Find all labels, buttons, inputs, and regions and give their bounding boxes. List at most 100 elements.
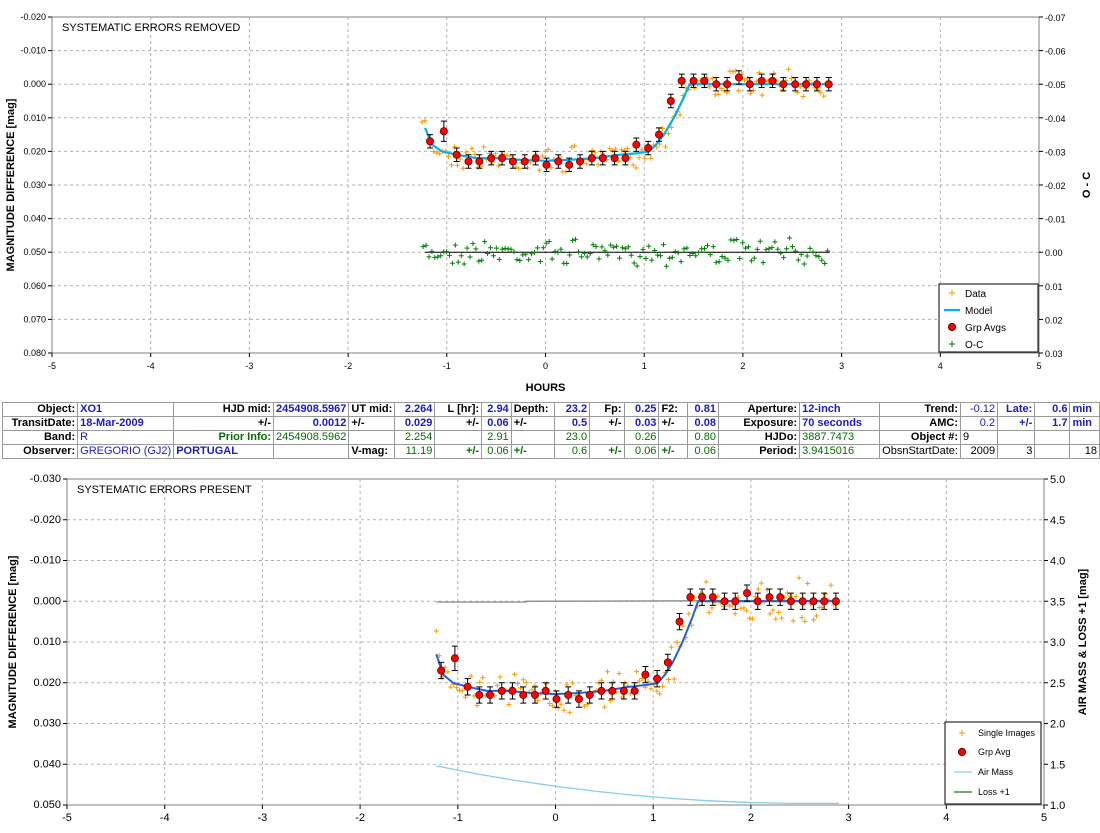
x-tick-label: -3	[245, 361, 253, 371]
grp-avg-point	[520, 157, 529, 166]
grp-avg-point	[598, 154, 607, 163]
x-tick-label: 1	[650, 812, 656, 824]
grp-avg-point	[812, 80, 821, 89]
table-row: Object: XO1 HJD mid: 2454908.5967 UT mid: 2.2…	[1, 402, 1100, 417]
table-cell	[348, 430, 396, 445]
grp-avg-point	[663, 658, 672, 667]
x-tick-label: 1	[642, 361, 647, 371]
y-tick-label: -0.020	[30, 514, 61, 526]
x-tick-label: 3	[839, 361, 844, 371]
grp-avg-point	[644, 144, 653, 153]
grp-avg-point	[765, 593, 774, 602]
grp-avg-point	[437, 666, 446, 675]
table-row: Observer: GREGORIO (GJ2) PORTUGAL V-mag: 11.…	[1, 444, 1100, 459]
y2-tick-label: 0.00	[1045, 248, 1063, 258]
y2-tick-label: -0.04	[1045, 114, 1066, 124]
table-cell: Trend:	[879, 402, 961, 417]
grp-avg-point	[677, 76, 686, 85]
grp-avg-point	[745, 80, 754, 89]
grp-avg-point	[791, 80, 800, 89]
table-cell	[1034, 444, 1071, 459]
x-tick-label: 4	[943, 812, 949, 824]
grp-avg-point	[519, 690, 528, 699]
grp-avg-point	[497, 686, 506, 695]
y2-tick-label: -0.05	[1045, 80, 1066, 90]
grp-avg-point	[585, 690, 594, 699]
legend-label: Grp Avg	[978, 747, 1010, 757]
table-cell: 2.91	[481, 430, 512, 445]
table-cell: 23.0	[554, 430, 591, 445]
x-tick-label: -3	[258, 812, 268, 824]
grp-avg-point	[731, 597, 740, 606]
table-cell: 0.0012	[273, 416, 350, 431]
table-cell: 11.19	[394, 444, 436, 459]
table-cell: 0.6	[1034, 402, 1071, 417]
table-cell: 0.25	[623, 402, 660, 417]
table-cell: Late:	[997, 402, 1036, 417]
table-cell: 1.7	[1034, 416, 1071, 431]
x-tick-label: 5	[1041, 812, 1047, 824]
grp-avg-point	[452, 150, 461, 159]
grp-avg-point	[464, 157, 473, 166]
grp-avg-point	[689, 76, 698, 85]
y2-tick-label: -0.01	[1045, 215, 1066, 225]
y2-tick-label: 3.0	[1050, 637, 1065, 649]
table-cell: +/-	[658, 416, 689, 431]
table-cell: 0.26	[623, 430, 660, 445]
legend-label: Grp Avgs	[965, 323, 1006, 334]
grp-avg-point	[779, 80, 788, 89]
chart-title: SYSTEMATIC ERRORS PRESENT	[77, 484, 252, 496]
y-tick-label: 0.000	[23, 79, 46, 89]
y-tick-label: 0.040	[23, 214, 46, 224]
table-cell: +/-	[658, 444, 689, 459]
table-cell: min	[1069, 402, 1100, 417]
table-cell: +/-	[589, 444, 625, 459]
y2-tick-label: -0.06	[1045, 47, 1066, 57]
table-cell	[510, 430, 556, 445]
y-tick-label: -0.030	[30, 473, 61, 485]
grp-avg-point	[768, 76, 777, 85]
table-cell: GREGORIO (GJ2)	[77, 444, 175, 459]
y2-tick-label: -0.02	[1045, 181, 1066, 191]
y2-tick-label: 5.0	[1050, 474, 1065, 486]
grp-avg-point	[798, 597, 807, 606]
grp-avg-point	[675, 617, 684, 626]
grp-avg-point	[610, 154, 619, 163]
x-tick-label: 2	[740, 361, 745, 371]
x-tick-label: 2	[748, 812, 754, 824]
table-cell: ObsnStartDate:	[879, 444, 961, 459]
table-cell: HJDo:	[717, 430, 801, 445]
table-cell: 18	[1069, 444, 1100, 459]
table-cell: 0.80	[687, 430, 719, 445]
y2-axis-label: O - C	[1081, 172, 1093, 198]
table-cell: 0.6	[554, 444, 591, 459]
grp-avg-point	[753, 597, 762, 606]
table-cell	[1069, 430, 1100, 445]
table-row: Band: R Prior Info: 2454908.5962 2.254 2.91 23…	[1, 430, 1100, 445]
grp-avg-point	[508, 686, 517, 695]
table-cell: +/-	[434, 444, 483, 459]
x-tick-label: 4	[938, 361, 943, 371]
y-tick-label: 0.050	[33, 799, 61, 811]
table-cell: 3887.7473	[799, 430, 881, 445]
x-tick-label: -2	[344, 361, 352, 371]
y-axis-label: MAGNITUDE DIFFERENCE [mag]	[5, 98, 17, 271]
table-cell: +/-	[510, 444, 556, 459]
y2-tick-label: 0.02	[1045, 315, 1063, 325]
table-cell: 23.2	[554, 402, 591, 417]
table-cell: V-mag:	[348, 444, 396, 459]
grp-avg-point	[621, 154, 630, 163]
table-cell: XO1	[77, 402, 175, 417]
y2-tick-label: -0.03	[1045, 147, 1066, 157]
grp-avg-point	[757, 76, 766, 85]
legend-label: Single Images	[978, 728, 1036, 738]
table-cell: Observer:	[1, 444, 79, 459]
grp-avg-point	[809, 597, 818, 606]
table-cell: 2454908.5967	[273, 402, 350, 417]
legend-label: Data	[965, 289, 987, 300]
x-tick-label: 0	[543, 361, 548, 371]
grp-avg-point	[655, 130, 664, 139]
grp-avg-point	[608, 686, 617, 695]
table-cell: F2:	[658, 402, 689, 417]
y2-tick-label: 2.5	[1050, 678, 1065, 690]
